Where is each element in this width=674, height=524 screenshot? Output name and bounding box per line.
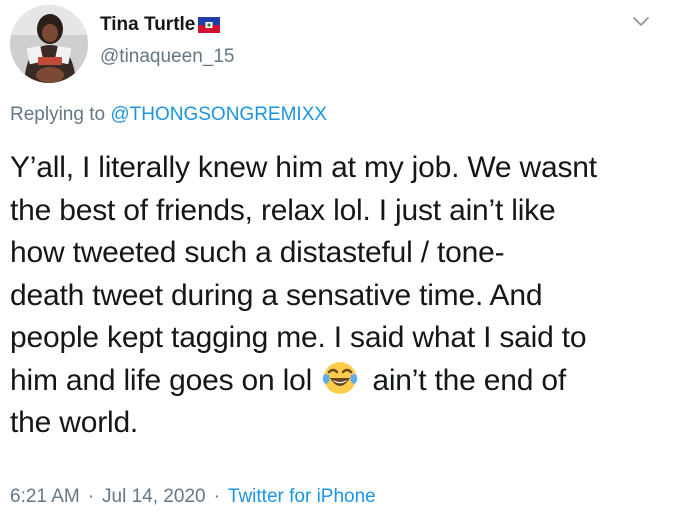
replying-to-label: Replying to [10, 104, 111, 125]
tweet-line-segment: ain’t the end of [364, 363, 566, 397]
user-handle[interactable]: @tinaqueen_15 [100, 46, 234, 68]
meta-separator: · [87, 486, 95, 507]
tweet-line: Y’all, I literally knew him at my job. W… [10, 151, 597, 184]
tweet-line: death tweet during a sensative time. And [10, 278, 543, 312]
tweet-source-link[interactable]: Twitter for iPhone [228, 486, 376, 508]
chevron-down-icon[interactable] [632, 14, 650, 28]
tweet-text: Y’all, I literally knew him at my job. W… [10, 147, 660, 445]
display-name[interactable]: Tina Turtle [100, 14, 195, 36]
name-row: Tina Turtle [100, 12, 221, 38]
tweet-meta: 6:21 AM · Jul 14, 2020 · Twitter for iPh… [10, 486, 376, 508]
face-with-tears-of-joy-icon [322, 360, 358, 396]
tweet-date[interactable]: Jul 14, 2020 [102, 486, 206, 508]
profile-photo-icon [10, 5, 88, 83]
tweet-line: people kept tagging me. I said what I sa… [10, 321, 587, 354]
replying-to: Replying to @THONGSONGREMIXX [10, 104, 327, 126]
tweet-line-segment: him and life goes on lol [10, 363, 321, 397]
tweet-line: him and life goes on lol ain’t the end o… [10, 360, 660, 403]
tweet-line: the best of friends, relax lol. I just a… [10, 193, 556, 227]
tweet-time[interactable]: 6:21 AM [10, 486, 80, 508]
tweet-line: the world. [10, 406, 139, 439]
reply-mention-link[interactable]: @THONGSONGREMIXX [110, 104, 327, 125]
tweet-line: how tweeted such a distasteful / tone- [10, 236, 505, 269]
avatar[interactable] [10, 5, 88, 83]
meta-separator: · [213, 486, 220, 507]
haiti-flag-icon [198, 17, 221, 33]
tweet-card: Tina Turtle @tinaqueen_15 Replying to @T… [0, 0, 674, 524]
